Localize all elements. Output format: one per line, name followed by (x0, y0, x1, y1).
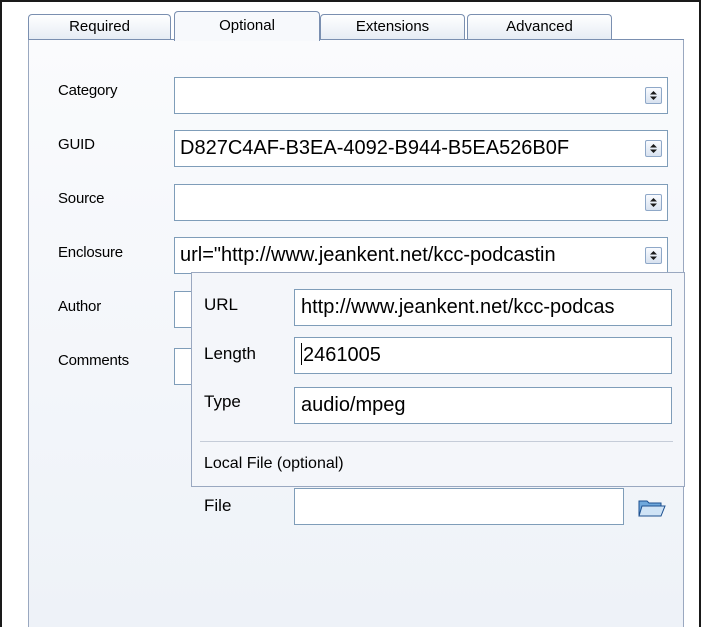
guid-label: GUID (58, 136, 95, 153)
file-path-input[interactable] (294, 488, 624, 525)
category-label: Category (58, 82, 118, 99)
enclosure-length-label: Length (204, 344, 256, 363)
tab-bar-divider (28, 39, 684, 40)
enclosure-length-input[interactable]: 2461005 (294, 337, 672, 374)
enclosure-length-value: 2461005 (303, 344, 381, 366)
spin-arrows-icon (650, 198, 657, 207)
source-dropdown-button[interactable] (645, 194, 662, 211)
source-label: Source (58, 190, 105, 207)
enclosure-type-input[interactable]: audio/mpeg (294, 387, 672, 424)
tab-extensions[interactable]: Extensions (320, 14, 465, 39)
enclosure-dropdown-button[interactable] (645, 247, 662, 264)
text-cursor (301, 343, 302, 365)
author-label: Author (58, 298, 101, 315)
spin-arrows-icon (650, 144, 657, 153)
category-dropdown-button[interactable] (645, 87, 662, 104)
comments-label: Comments (58, 352, 129, 369)
guid-combobox[interactable]: D827C4AF-B3EA-4092-B944-B5EA526B0F (174, 130, 668, 167)
folder-open-icon (638, 500, 666, 517)
enclosure-url-label: URL (204, 295, 239, 314)
popup-divider (200, 441, 673, 442)
spin-arrows-icon (650, 251, 657, 260)
tab-required[interactable]: Required (28, 14, 171, 39)
enclosure-combobox[interactable]: url="http://www.jeankent.net/kcc-podcast… (174, 237, 668, 274)
guid-value: D827C4AF-B3EA-4092-B944-B5EA526B0F (180, 137, 570, 159)
tab-optional[interactable]: Optional (174, 11, 320, 41)
enclosure-type-label: Type (204, 392, 241, 411)
browse-file-button[interactable] (632, 490, 672, 526)
tab-advanced[interactable]: Advanced (467, 14, 612, 39)
local-file-heading: Local File (optional) (204, 455, 344, 472)
spin-arrows-icon (650, 91, 657, 100)
guid-dropdown-button[interactable] (645, 140, 662, 157)
category-combobox[interactable] (174, 77, 668, 114)
enclosure-label: Enclosure (58, 244, 123, 261)
source-combobox[interactable] (174, 184, 668, 221)
enclosure-url-input[interactable]: http://www.jeankent.net/kcc-podcas (294, 289, 672, 326)
enclosure-value: url="http://www.jeankent.net/kcc-podcast… (180, 244, 556, 266)
file-label: File (204, 496, 232, 515)
